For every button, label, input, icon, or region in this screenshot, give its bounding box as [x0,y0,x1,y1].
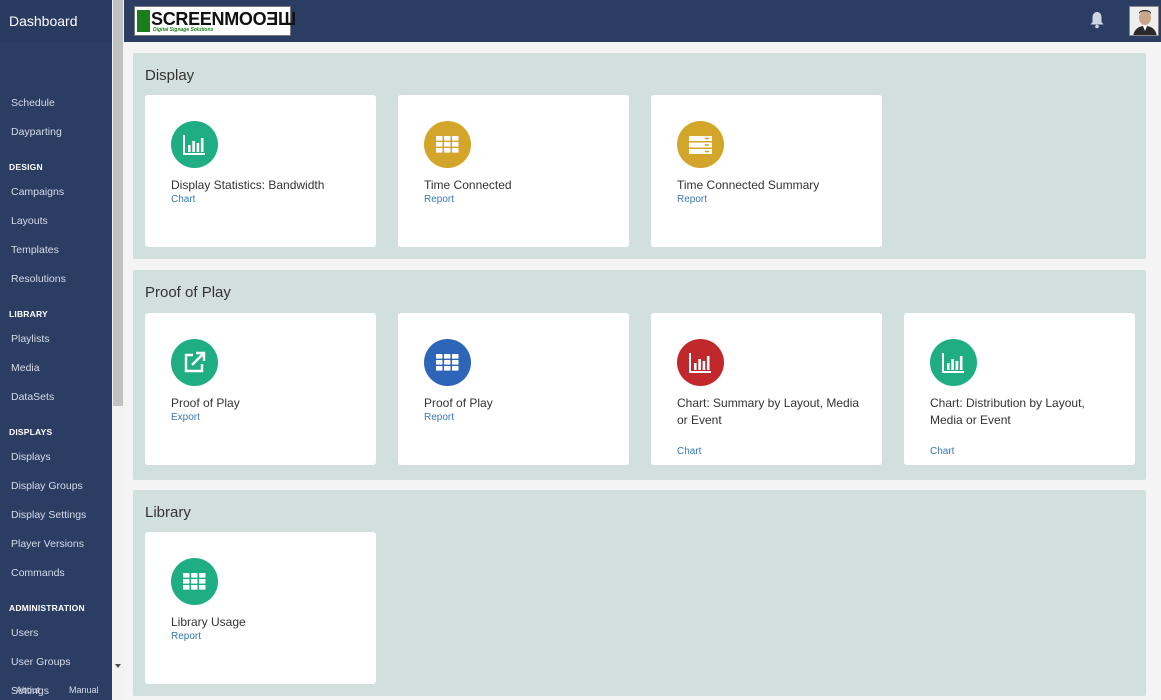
report-card-title: Display Statistics: Bandwidth [171,178,325,192]
section-title: Library [145,504,191,521]
sidebar-item-media[interactable]: Media [11,362,40,374]
report-card-type: Report [424,194,455,205]
dashboard-link[interactable]: Dashboard [0,0,112,42]
grid-icon [424,339,471,386]
sidebar-header-design: DESIGN [9,162,43,172]
report-card-type: Report [677,194,708,205]
report-card-title: Time Connected [424,178,512,192]
report-card-title: Time Connected Summary [677,178,820,192]
sidebar-footer: About Manual [0,682,112,700]
report-card-time-connected[interactable]: Time Connected Report [398,95,629,247]
scroll-down-arrow-icon[interactable] [115,664,121,668]
report-card-title: Chart: Distribution by Layout, Media or … [930,396,1085,427]
logo-mark-icon [137,10,150,32]
report-card-title: Proof of Play [424,396,493,410]
sidebar-item-display-settings[interactable]: Display Settings [11,509,86,521]
sidebar-item-layouts[interactable]: Layouts [11,215,48,227]
sidebar-item-dayparting[interactable]: Dayparting [11,126,62,138]
bar-chart-icon [171,121,218,168]
report-card-type: Report [424,412,455,423]
report-card-chart-summary-by-layout-media-or-event[interactable]: Chart: Summary by Layout, Media or Event… [651,313,882,465]
report-card-library-usage[interactable]: Library Usage Report [145,532,376,684]
section-display: Display Display Statistics: Bandwidth Cha… [133,53,1146,259]
manual-link[interactable]: Manual [69,685,99,695]
sidebar-item-schedule[interactable]: Schedule [11,97,55,109]
bar-chart-icon [677,339,724,386]
server-icon [677,121,724,168]
bar-chart-icon [930,339,977,386]
sidebar-header-administration: ADMINISTRATION [9,603,85,613]
user-avatar[interactable] [1129,6,1159,36]
sidebar-item-playlists[interactable]: Playlists [11,333,50,345]
section-library: Library Library Usage Report [133,490,1146,696]
report-card-title: Chart: Summary by Layout, Media or Event [677,396,860,427]
topbar: SCREENMOOƎШ Digital Signage Solutions [124,0,1161,42]
sidebar-item-resolutions[interactable]: Resolutions [11,273,66,285]
sidebar-item-displays[interactable]: Displays [11,451,51,463]
report-card-type: Export [171,412,200,423]
sidebar-item-user-groups[interactable]: User Groups [11,656,71,668]
report-card-display-statistics-bandwidth[interactable]: Display Statistics: Bandwidth Chart [145,95,376,247]
report-card-proof-of-play[interactable]: Proof of Play Report [398,313,629,465]
report-card-proof-of-play[interactable]: Proof of Play Export [145,313,376,465]
section-title: Display [145,67,195,84]
sidebar-item-display-groups[interactable]: Display Groups [11,480,83,492]
sidebar-header-library: LIBRARY [9,309,48,319]
sidebar-item-templates[interactable]: Templates [11,244,59,256]
about-link[interactable]: About [16,685,40,695]
reports-content: Display Display Statistics: Bandwidth Cha… [124,42,1161,700]
report-card-chart-distribution-by-layout-media-or-event[interactable]: Chart: Distribution by Layout, Media or … [904,313,1135,465]
section-proof-of-play: Proof of Play Proof of Play Export Proof o… [133,270,1146,480]
report-card-type: Chart [677,446,702,457]
external-link-icon [171,339,218,386]
section-title: Proof of Play [145,284,231,301]
sidebar-item-datasets[interactable]: DataSets [11,391,54,403]
sidebar-scrollbar[interactable] [112,0,124,700]
sidebar-item-users[interactable]: Users [11,627,38,639]
report-card-title: Library Usage [171,615,246,629]
report-card-time-connected-summary[interactable]: Time Connected Summary Report [651,95,882,247]
sidebar-item-commands[interactable]: Commands [11,567,65,579]
sidebar-header-displays: DISPLAYS [9,427,53,437]
sidebar: Dashboard Schedule Dayparting DESIGN Campai… [0,0,112,700]
scrollbar-thumb[interactable] [113,0,123,406]
logo-tagline: Digital Signage Solutions [153,27,214,33]
logo[interactable]: SCREENMOOƎШ Digital Signage Solutions [134,6,296,36]
bell-icon[interactable] [1089,11,1105,29]
report-card-title: Proof of Play [171,396,240,410]
grid-icon [424,121,471,168]
report-card-type: Chart [930,446,955,457]
report-card-type: Report [171,631,202,642]
sidebar-item-campaigns[interactable]: Campaigns [11,186,64,198]
sidebar-item-player-versions[interactable]: Player Versions [11,538,84,550]
grid-icon [171,558,218,605]
report-card-type: Chart [171,194,196,205]
